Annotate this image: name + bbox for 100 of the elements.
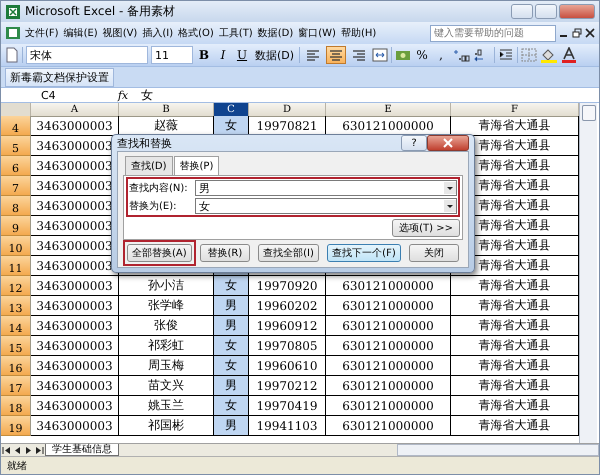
- dropdown-icon[interactable]: [444, 200, 456, 212]
- horizontal-scrollbar[interactable]: [397, 444, 599, 456]
- restore-icon[interactable]: [572, 28, 582, 38]
- table-cell: 630121000000: [326, 296, 451, 316]
- table-cell: 19941103: [249, 416, 326, 436]
- window-title: Microsoft Excel - 备用素材: [25, 3, 176, 20]
- dialog-tab[interactable]: 替换(P): [174, 156, 220, 176]
- table-cell: 3463000003: [31, 376, 119, 396]
- dialog-button[interactable]: 替换(R): [200, 244, 250, 262]
- dialog-button[interactable]: 关闭: [408, 244, 459, 262]
- row-header[interactable]: 11: [1, 256, 31, 276]
- bold-button[interactable]: B: [196, 46, 212, 64]
- column-header[interactable]: F: [451, 103, 579, 117]
- underline-button[interactable]: U: [234, 46, 250, 64]
- formula-value: 女: [140, 86, 153, 104]
- row-header[interactable]: 6: [1, 156, 31, 176]
- data-menu-button[interactable]: 数据(D): [253, 46, 296, 64]
- row-header[interactable]: 15: [1, 336, 31, 356]
- menu-item[interactable]: 数据(D): [256, 25, 294, 41]
- first-sheet-icon[interactable]: [1, 446, 12, 454]
- table-cell: 3463000003: [31, 296, 119, 316]
- dialog-button[interactable]: 查找全部(I): [258, 244, 319, 262]
- merge-cells-icon[interactable]: [372, 48, 388, 62]
- row-header[interactable]: 10: [1, 236, 31, 256]
- dialog-tab[interactable]: 查找(D): [125, 156, 173, 175]
- table-cell: 女: [214, 336, 249, 356]
- column-header[interactable]: A: [31, 103, 119, 117]
- combo-field[interactable]: 男: [195, 180, 457, 196]
- dialog-button[interactable]: 查找下一个(F): [327, 244, 401, 262]
- menu-item[interactable]: 文件(F): [24, 25, 60, 41]
- comma-button[interactable]: ,: [433, 46, 450, 64]
- align-center-button[interactable]: [326, 46, 346, 64]
- italic-button[interactable]: I: [215, 46, 231, 64]
- help-button[interactable]: ?: [401, 135, 427, 151]
- combo-field[interactable]: 女: [195, 198, 457, 214]
- close-icon[interactable]: [585, 28, 595, 38]
- table-cell: 男: [214, 376, 249, 396]
- align-right-icon: [351, 48, 368, 62]
- table-cell: 19960202: [249, 296, 326, 316]
- table-cell: 19970805: [249, 336, 326, 356]
- row-header[interactable]: 14: [1, 316, 31, 336]
- menu-item[interactable]: 编辑(E): [62, 25, 99, 41]
- dropdown-icon[interactable]: [444, 182, 456, 194]
- table-cell: 630121000000: [326, 336, 451, 356]
- table-cell: 19970212: [249, 376, 326, 396]
- menu-item[interactable]: 视图(V): [102, 25, 138, 41]
- last-sheet-icon[interactable]: [34, 446, 45, 454]
- table-cell: 630121000000: [326, 396, 451, 416]
- row-header[interactable]: 8: [1, 196, 31, 216]
- column-header[interactable]: C: [214, 103, 249, 117]
- spreadsheet-icon: [5, 26, 21, 40]
- row-header[interactable]: 5: [1, 136, 31, 156]
- scroll-thumb[interactable]: [582, 105, 596, 121]
- table-cell: 男: [214, 416, 249, 436]
- indent-icon[interactable]: [498, 48, 514, 62]
- table-cell: 女: [214, 116, 249, 136]
- row-header[interactable]: 12: [1, 276, 31, 296]
- vertical-scrollbar[interactable]: [579, 103, 597, 443]
- increase-decimal-icon[interactable]: [452, 48, 470, 62]
- menu-item[interactable]: 窗口(W): [297, 25, 337, 41]
- row-header[interactable]: 7: [1, 176, 31, 196]
- options-button[interactable]: 选项(T) >>: [392, 219, 460, 237]
- menu-item[interactable]: 工具(T): [218, 25, 254, 41]
- percent-button[interactable]: %: [414, 46, 430, 64]
- currency-icon[interactable]: [395, 48, 412, 62]
- row-header[interactable]: 19: [1, 416, 31, 436]
- maximize-button[interactable]: [535, 4, 557, 19]
- table-cell: 630121000000: [326, 416, 451, 436]
- menu-item[interactable]: 插入(I): [141, 25, 174, 41]
- font-field[interactable]: 宋体: [26, 46, 148, 64]
- dialog-button[interactable]: 全部替换(A): [127, 244, 192, 262]
- function-label[interactable]: fx: [111, 88, 135, 102]
- row-header[interactable]: 4: [1, 116, 31, 136]
- table-cell: 3463000003: [31, 316, 119, 336]
- table-cell: 3463000003: [31, 356, 119, 376]
- align-left-icon: [305, 48, 322, 62]
- row-header[interactable]: 16: [1, 356, 31, 376]
- sheet-tab[interactable]: 学生基础信息: [45, 444, 119, 456]
- table-cell: 女: [214, 276, 249, 296]
- menu-item[interactable]: 格式(O): [177, 25, 215, 41]
- row-header[interactable]: 13: [1, 296, 31, 316]
- column-header[interactable]: E: [326, 103, 451, 117]
- fill-color-icon[interactable]: [540, 47, 558, 63]
- row-header[interactable]: 9: [1, 216, 31, 236]
- help-search-field[interactable]: 键入需要帮助的问题: [430, 24, 556, 42]
- menu-item[interactable]: 帮助(H): [340, 25, 378, 41]
- font-color-icon[interactable]: [561, 47, 578, 63]
- status-text: 就绪: [7, 460, 27, 472]
- minimize-button[interactable]: [511, 4, 533, 19]
- table-cell: 男: [214, 316, 249, 336]
- row-header[interactable]: 18: [1, 396, 31, 416]
- dialog-title: 查找和替换: [117, 136, 173, 150]
- protection-settings-button[interactable]: 新毒霸文档保护设置: [5, 68, 114, 86]
- new-document-icon[interactable]: [5, 47, 19, 63]
- column-header[interactable]: B: [119, 103, 214, 117]
- font-size-field[interactable]: 11: [151, 46, 193, 64]
- close-button[interactable]: [427, 135, 469, 151]
- row-header[interactable]: 17: [1, 376, 31, 396]
- column-header[interactable]: D: [249, 103, 326, 117]
- borders-icon[interactable]: [521, 48, 538, 62]
